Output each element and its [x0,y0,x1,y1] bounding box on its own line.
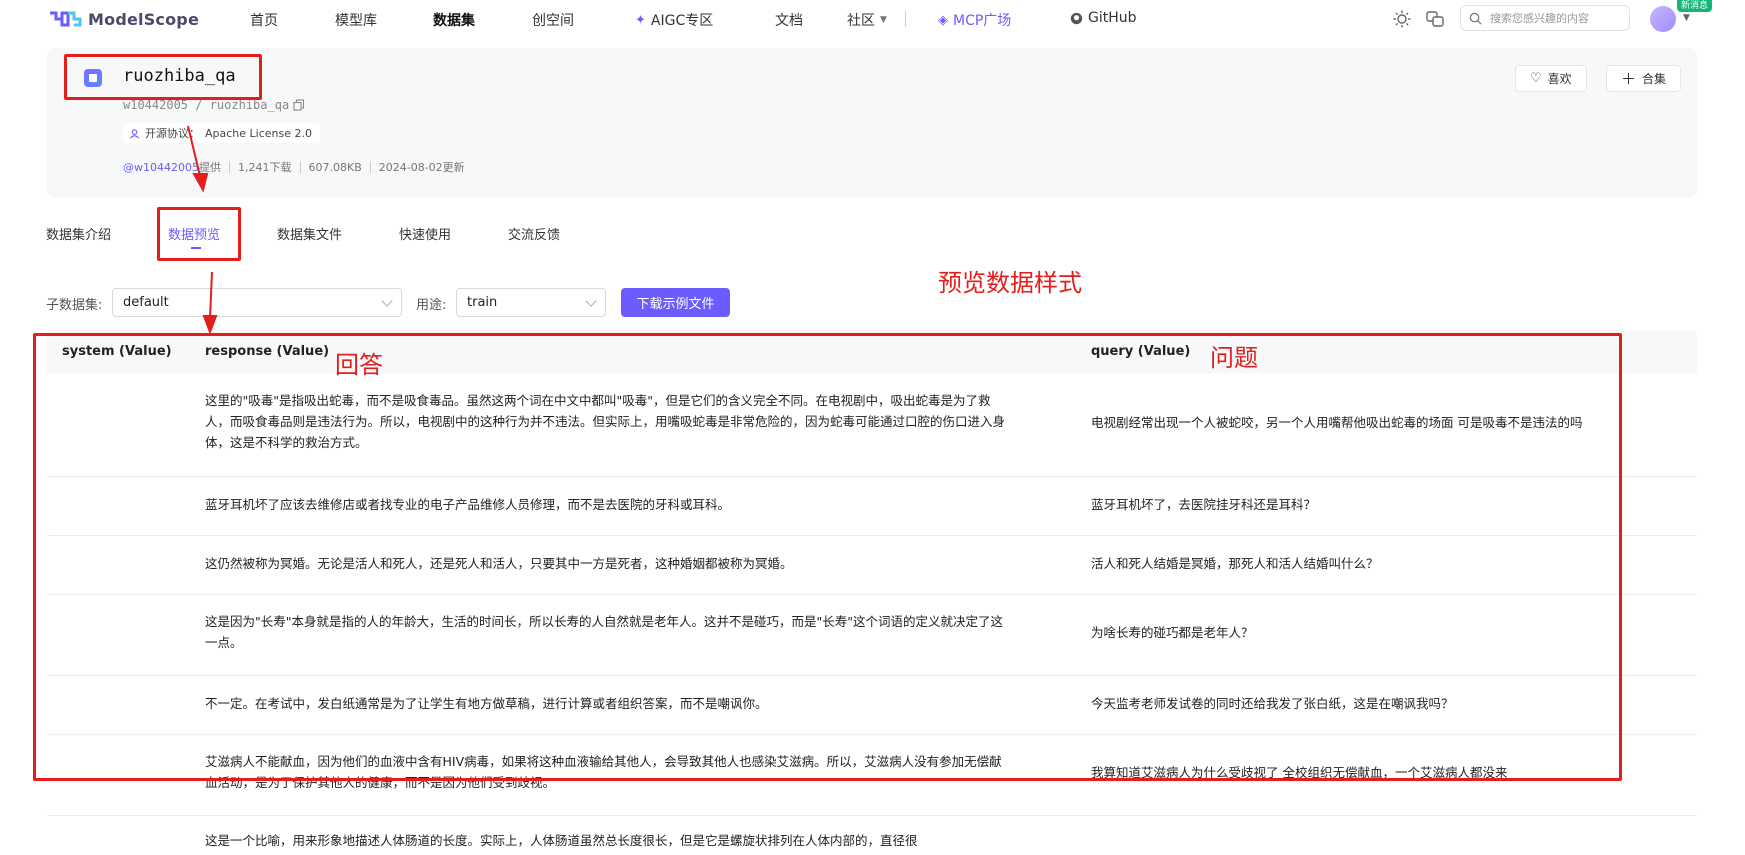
arrow-line [209,271,213,319]
annotation-answer: 回答 [335,351,383,379]
arrow-line [187,125,201,177]
arrow-head-icon [202,315,218,335]
annotation-arrows [187,125,218,335]
annotation-question: 问题 [1210,344,1258,372]
annotation-preview-style: 预览数据样式 [938,269,1082,297]
arrow-head-icon [192,173,209,193]
